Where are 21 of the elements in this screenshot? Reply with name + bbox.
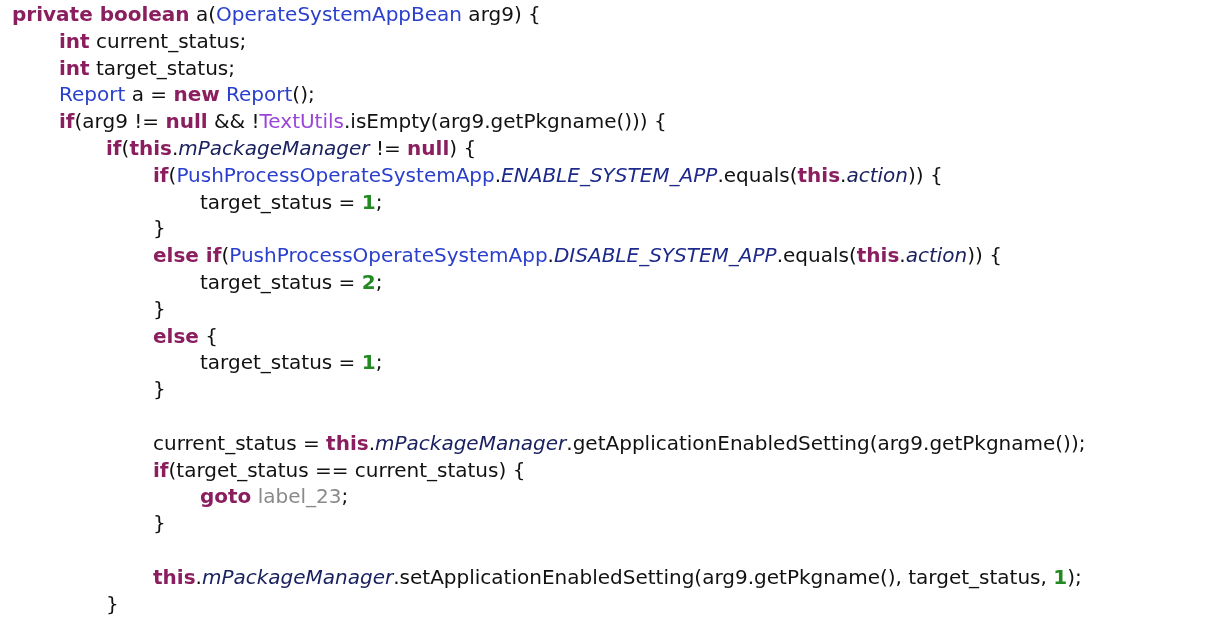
code-line: current_status = this.mPackageManager.getApplicationEnabledSetting(arg9.getPkgname()); xyxy=(153,429,1086,457)
code-line: this.mPackageManager.setApplicationEnabledSetting(arg9.getPkgname(), target_status, 1); xyxy=(153,563,1082,591)
code-line: } xyxy=(153,295,166,323)
code-line: else if(PushProcessOperateSystemApp.DISABLE_SYSTEM_APP.equals(this.action)) { xyxy=(153,242,1002,269)
code-line: target_status = 1; xyxy=(200,349,383,377)
code-line: Report a = new Report(); xyxy=(59,81,315,109)
code-line: } xyxy=(153,376,166,403)
code-line: else { xyxy=(153,322,218,350)
code-line: target_status = 1; xyxy=(200,188,383,216)
code-line: if(arg9 != null && !TextUtils.isEmpty(arg9.getPkgname())) { xyxy=(59,108,667,135)
code-line: if(this.mPackageManager != null) { xyxy=(106,135,477,162)
code-line: } xyxy=(153,510,166,537)
code-line: goto label_23; xyxy=(200,483,349,511)
code-line: int target_status; xyxy=(59,54,236,82)
code-line: private boolean a(OperateSystemAppBean arg9) { xyxy=(12,1,541,28)
code-line: int current_status; xyxy=(59,27,247,55)
code-line: } xyxy=(106,590,119,618)
code-line: } xyxy=(153,215,166,243)
code-line: target_status = 2; xyxy=(200,268,383,296)
code-line: if(target_status == current_status) { xyxy=(153,456,526,484)
code-line: if(PushProcessOperateSystemApp.ENABLE_SYSTEM_APP.equals(this.action)) { xyxy=(153,161,943,189)
